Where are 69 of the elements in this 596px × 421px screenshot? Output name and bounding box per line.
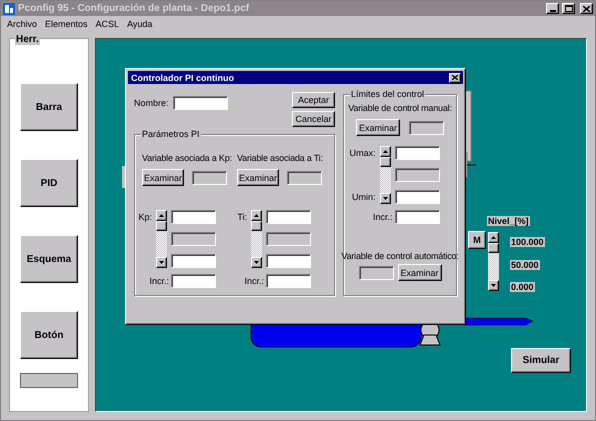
number-field[interactable] [394, 146, 440, 160]
tool-button[interactable]: Botón [20, 311, 78, 359]
scroll-bar[interactable] [488, 232, 499, 291]
scroll-bar[interactable] [251, 210, 262, 268]
browse-button[interactable]: Examinar [398, 264, 442, 281]
scale-label: 0.000 [510, 282, 535, 292]
field-label: Incr.: [372, 212, 392, 222]
browse-button[interactable]: Examinar [142, 169, 184, 186]
app-icon [3, 2, 15, 14]
window-title: Pconfig 95 - Configuración de planta - Depo1.pcf [18, 3, 250, 14]
field-caption: Variable asociada a Ti: [237, 153, 323, 163]
scale-label: 50.000 [510, 260, 540, 270]
field-label: Incr.: [244, 276, 264, 286]
variable-field [409, 120, 444, 134]
number-field[interactable] [394, 190, 440, 204]
browse-button[interactable]: Examinar [237, 169, 279, 186]
number-field[interactable] [394, 210, 440, 224]
dialog-button[interactable]: Cancelar [292, 111, 335, 127]
status-box [20, 373, 78, 388]
menu-item[interactable]: Archivo [7, 18, 38, 28]
number-field[interactable] [171, 274, 216, 288]
close-icon [452, 75, 458, 80]
number-field[interactable] [266, 254, 311, 268]
field-label: Incr.: [149, 276, 169, 286]
simulate-button[interactable]: Simular [511, 348, 571, 373]
scroll-thumb[interactable] [156, 221, 167, 231]
scale-label: 100.000 [510, 237, 545, 247]
tool-button[interactable]: Barra [20, 83, 78, 131]
field-caption: Variable de control automático: [341, 251, 459, 261]
meter-title: Nivel_[%] [487, 216, 530, 226]
group-title: Límites del control [350, 89, 426, 99]
variable-field [192, 170, 227, 184]
pipe-arrow [464, 318, 534, 326]
variable-field [358, 266, 394, 280]
variable-field [287, 170, 322, 184]
mode-button[interactable]: M [468, 231, 486, 249]
tool-button[interactable]: Esquema [20, 235, 78, 283]
tool-button[interactable]: PID [20, 159, 78, 207]
scroll-thumb[interactable] [251, 221, 262, 231]
menu-item[interactable]: Elementos [45, 18, 88, 28]
menu-item[interactable]: Ayuda [127, 18, 152, 28]
name-field[interactable] [172, 96, 228, 110]
minimize-button[interactable] [546, 3, 559, 14]
field-caption: Variable asociada a Kp: [142, 153, 232, 163]
scroll-bar[interactable] [380, 146, 390, 204]
close-icon [583, 6, 590, 12]
menu-item[interactable]: ACSL [96, 18, 120, 28]
group-title: Parámetros PI [141, 129, 201, 139]
number-field[interactable] [171, 254, 216, 268]
number-field[interactable] [266, 210, 311, 224]
number-field[interactable] [266, 274, 311, 288]
field-label: Ti: [237, 212, 247, 222]
scroll-thumb[interactable] [488, 243, 499, 253]
dialog-title: Controlador PI continuo [131, 72, 234, 82]
field-label: Umin: [352, 192, 376, 202]
panel-title: Herr. [15, 34, 40, 45]
maximize-button[interactable] [562, 3, 575, 14]
close-button[interactable] [449, 72, 461, 82]
browse-button[interactable]: Examinar [356, 119, 400, 136]
maximize-icon [564, 5, 572, 12]
field-caption: Variable de control manual: [348, 103, 452, 113]
scroll-thumb[interactable] [380, 157, 390, 167]
number-field[interactable] [171, 210, 216, 224]
field-label: Nombre: [134, 98, 169, 108]
dialog-button[interactable]: Aceptar [292, 92, 335, 108]
scroll-bar[interactable] [156, 210, 167, 268]
field-label: Kp: [138, 212, 152, 222]
close-button[interactable] [580, 3, 593, 14]
field-label: Umax: [349, 148, 376, 158]
